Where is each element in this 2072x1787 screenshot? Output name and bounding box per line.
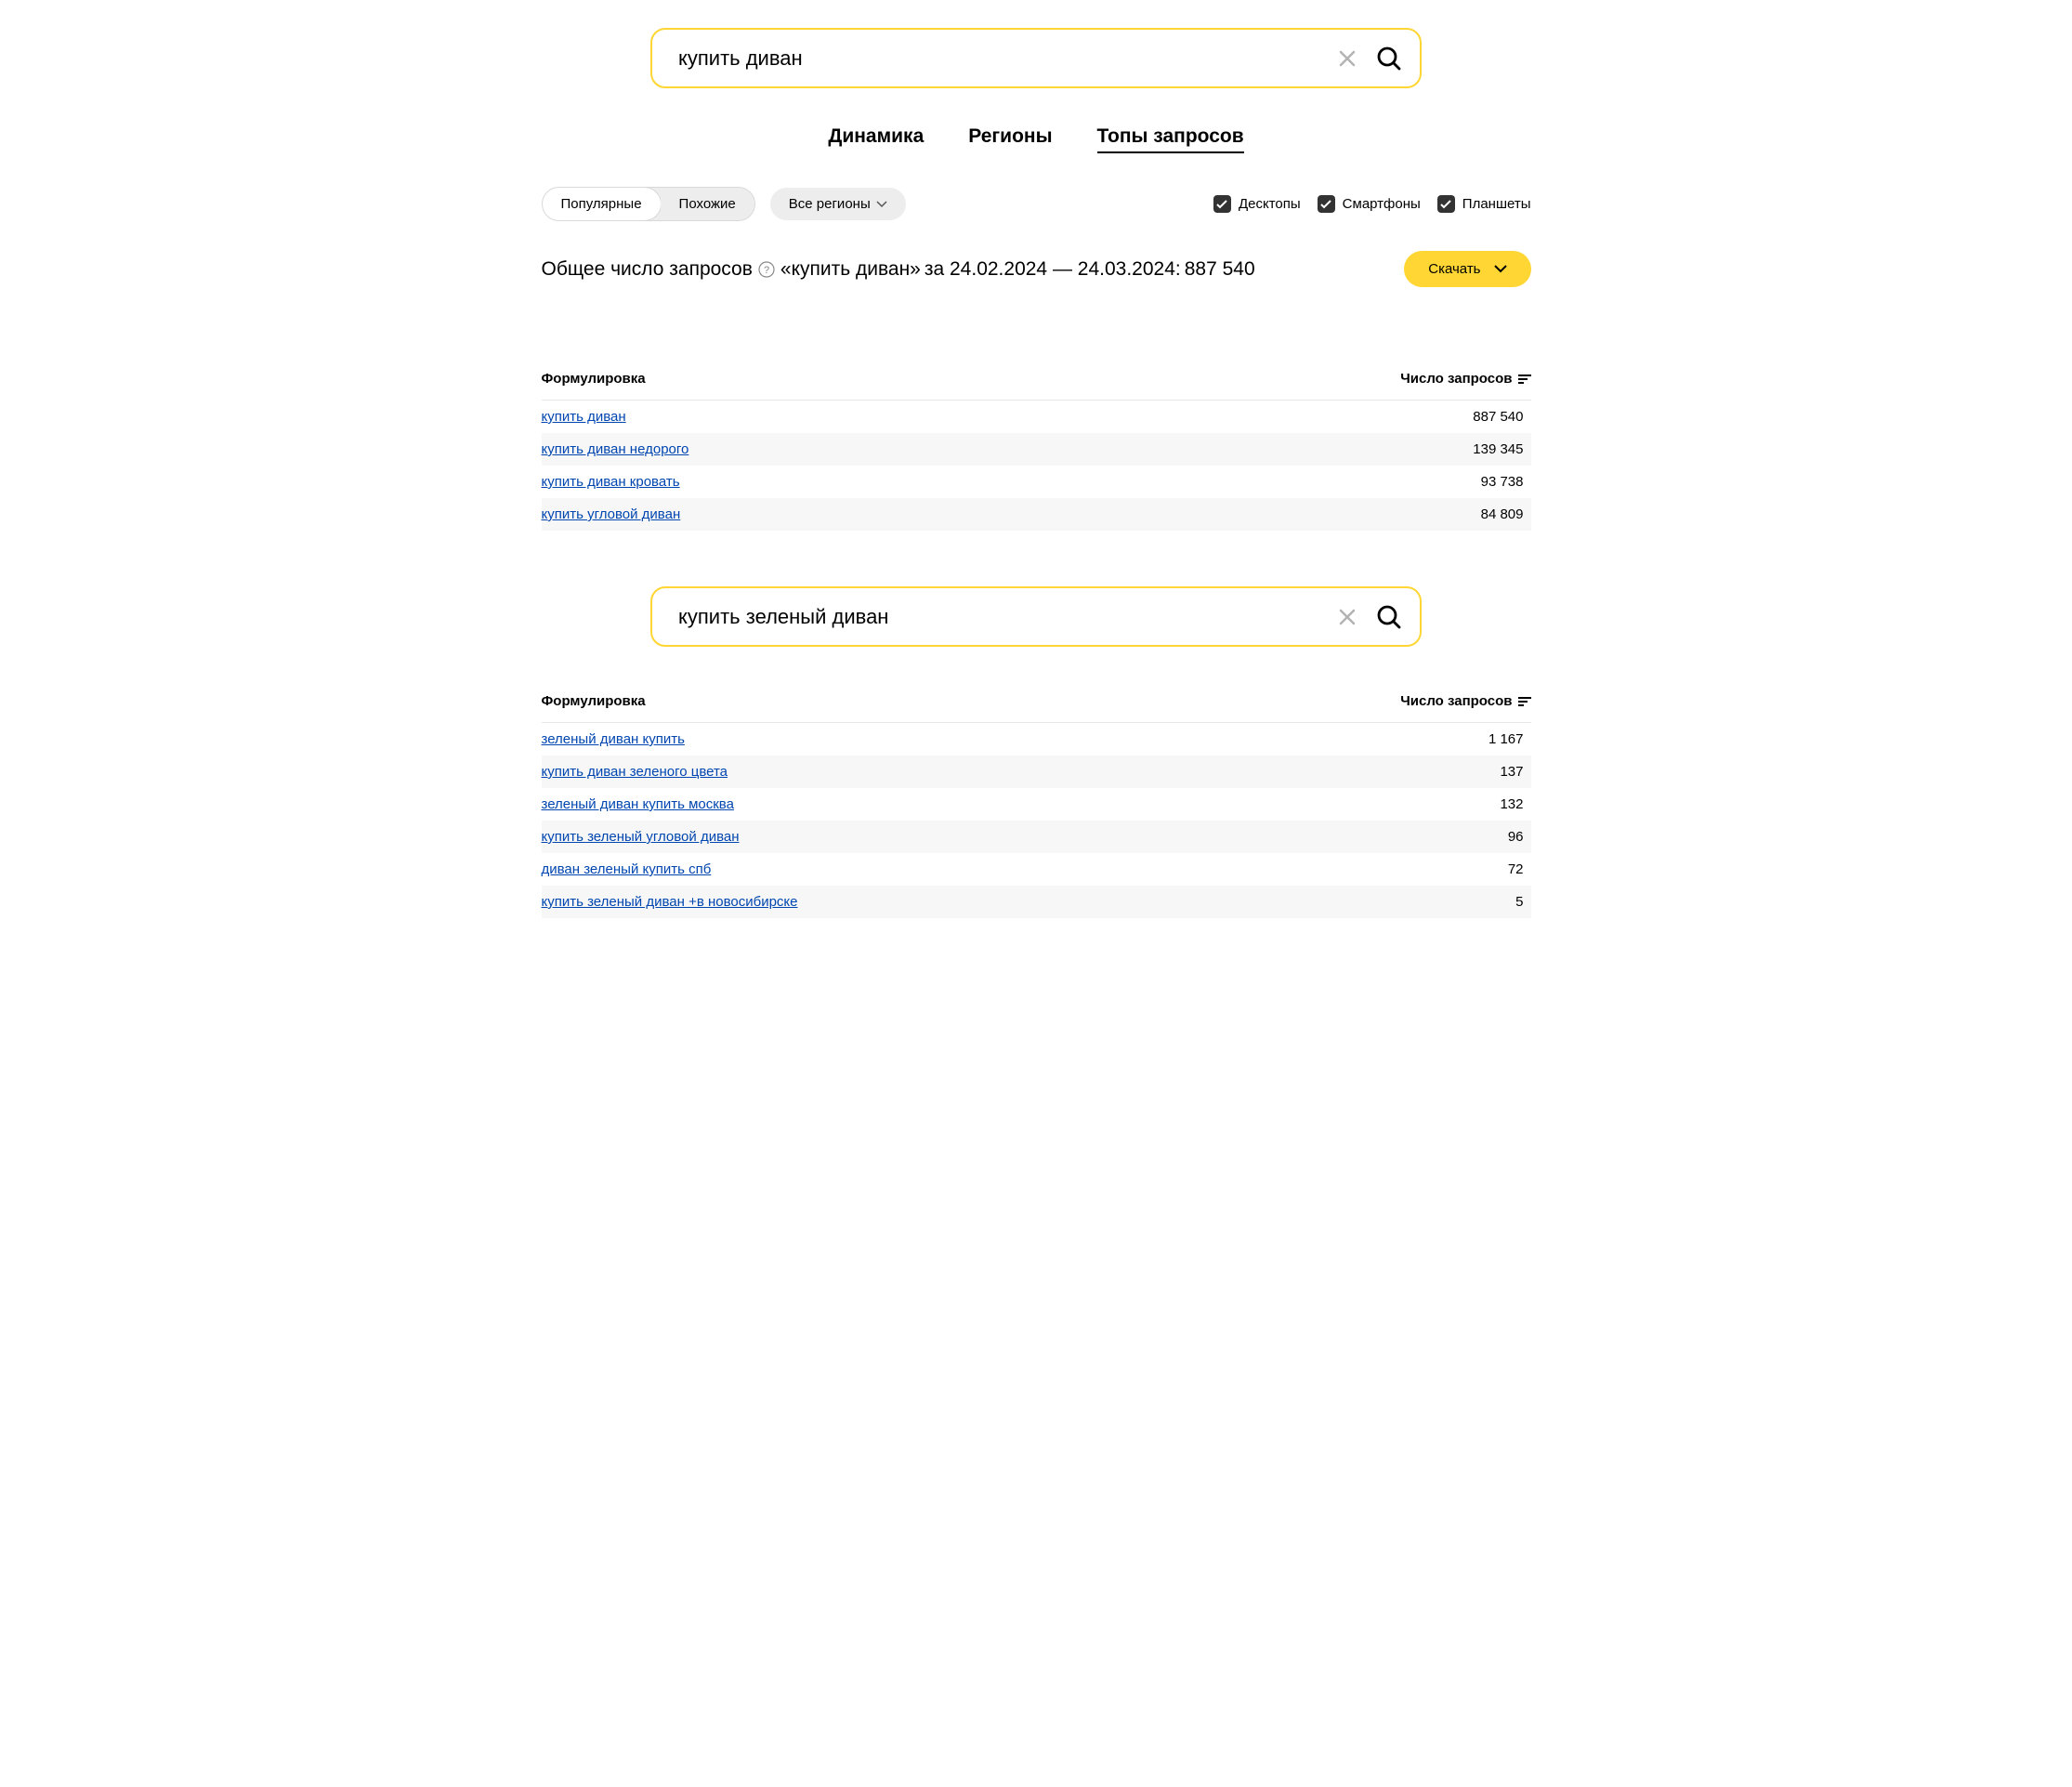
- checkbox-tablet-label: Планшеты: [1462, 196, 1531, 212]
- table-row: зеленый диван купить москва 132: [542, 788, 1531, 821]
- region-select[interactable]: Все регионы: [770, 188, 906, 220]
- row-count: 72: [1508, 861, 1524, 877]
- clear-icon-2[interactable]: [1336, 606, 1358, 628]
- table-header: Формулировка Число запросов: [542, 361, 1531, 401]
- segmented-toggle: Популярные Похожие: [542, 187, 755, 221]
- filters-row: Популярные Похожие Все регионы Десктопы: [542, 187, 1531, 221]
- tabs-row: Динамика Регионы Топы запросов: [542, 125, 1531, 153]
- table-2: Формулировка Число запросов зеленый дива…: [542, 684, 1531, 918]
- header-phrase: Формулировка: [542, 371, 646, 387]
- search-wrapper-1: [542, 28, 1531, 88]
- table-row: диван зеленый купить спб 72: [542, 853, 1531, 886]
- checkbox-smartphone-label: Смартфоны: [1343, 196, 1421, 212]
- table-row: зеленый диван купить 1 167: [542, 723, 1531, 756]
- row-count: 139 345: [1473, 441, 1523, 457]
- check-icon: [1216, 200, 1227, 209]
- table-row: купить зеленый диван +в новосибирске 5: [542, 886, 1531, 918]
- row-phrase-link[interactable]: купить диван зеленого цвета: [542, 764, 728, 780]
- close-icon: [1339, 50, 1356, 67]
- row-phrase-link[interactable]: купить зеленый диван +в новосибирске: [542, 894, 798, 910]
- region-label: Все регионы: [789, 196, 871, 212]
- check-icon: [1440, 200, 1451, 209]
- row-phrase-link[interactable]: зеленый диван купить: [542, 731, 685, 747]
- header-count[interactable]: Число запросов: [1400, 693, 1530, 709]
- row-count: 84 809: [1481, 506, 1524, 522]
- close-icon: [1339, 609, 1356, 625]
- filters-right: Десктопы Смартфоны Планшеты: [1213, 195, 1531, 213]
- row-count: 887 540: [1473, 409, 1523, 425]
- table-row: купить диван 887 540: [542, 401, 1531, 433]
- row-count: 96: [1508, 829, 1524, 845]
- row-phrase-link[interactable]: купить диван недорого: [542, 441, 689, 457]
- header-phrase: Формулировка: [542, 693, 646, 709]
- search-box-2[interactable]: [650, 586, 1422, 647]
- table-header: Формулировка Число запросов: [542, 684, 1531, 723]
- search-icon-2[interactable]: [1375, 603, 1403, 631]
- header-count-label: Число запросов: [1400, 371, 1512, 387]
- table-row: купить диван кровать 93 738: [542, 466, 1531, 498]
- search-input-1[interactable]: [678, 46, 1336, 71]
- checkbox-box: [1437, 195, 1455, 213]
- sort-icon: [1518, 696, 1531, 707]
- checkbox-box: [1318, 195, 1335, 213]
- table-row: купить зеленый угловой диван 96: [542, 821, 1531, 853]
- check-icon: [1320, 200, 1331, 209]
- checkbox-smartphone[interactable]: Смартфоны: [1318, 195, 1421, 213]
- tab-regions[interactable]: Регионы: [968, 125, 1052, 153]
- summary-row: Общее число запросов ? «купить диван» за…: [542, 251, 1531, 287]
- filters-left: Популярные Похожие Все регионы: [542, 187, 906, 221]
- chevron-down-icon: [1494, 265, 1507, 273]
- sort-icon: [1518, 374, 1531, 385]
- search-wrapper-2: [542, 586, 1531, 647]
- search-box-1[interactable]: [650, 28, 1422, 88]
- summary-prefix: Общее число запросов: [542, 258, 753, 281]
- svg-text:?: ?: [764, 265, 769, 276]
- checkbox-box: [1213, 195, 1231, 213]
- summary-text: Общее число запросов ? «купить диван» за…: [542, 258, 1255, 281]
- chevron-down-icon: [876, 201, 887, 208]
- header-count[interactable]: Число запросов: [1400, 371, 1530, 387]
- row-phrase-link[interactable]: купить зеленый угловой диван: [542, 829, 740, 845]
- checkbox-tablet[interactable]: Планшеты: [1437, 195, 1531, 213]
- row-phrase-link[interactable]: диван зеленый купить спб: [542, 861, 712, 877]
- table-row: купить диван недорого 139 345: [542, 433, 1531, 466]
- header-count-label: Число запросов: [1400, 693, 1512, 709]
- row-phrase-link[interactable]: купить диван кровать: [542, 474, 680, 490]
- row-count: 132: [1500, 796, 1523, 812]
- summary-quote: «купить диван»: [780, 258, 921, 281]
- tab-dynamics[interactable]: Динамика: [828, 125, 924, 153]
- clear-icon-1[interactable]: [1336, 47, 1358, 70]
- table-row: купить диван зеленого цвета 137: [542, 756, 1531, 788]
- row-count: 1 167: [1488, 731, 1524, 747]
- table-1: Формулировка Число запросов купить диван…: [542, 361, 1531, 531]
- segment-popular[interactable]: Популярные: [542, 187, 662, 221]
- download-label: Скачать: [1428, 261, 1480, 277]
- segment-similar[interactable]: Похожие: [661, 188, 754, 220]
- row-count: 93 738: [1481, 474, 1524, 490]
- row-phrase-link[interactable]: купить угловой диван: [542, 506, 681, 522]
- table-row: купить угловой диван 84 809: [542, 498, 1531, 531]
- help-icon[interactable]: ?: [758, 261, 775, 278]
- summary-period: за 24.02.2024 — 24.03.2024:: [925, 258, 1181, 281]
- checkbox-desktop-label: Десктопы: [1239, 196, 1301, 212]
- summary-total: 887 540: [1185, 258, 1255, 281]
- row-count: 137: [1500, 764, 1523, 780]
- row-phrase-link[interactable]: зеленый диван купить москва: [542, 796, 734, 812]
- row-count: 5: [1515, 894, 1523, 910]
- search-icon-1[interactable]: [1375, 45, 1403, 72]
- row-phrase-link[interactable]: купить диван: [542, 409, 626, 425]
- search-input-2[interactable]: [678, 605, 1336, 629]
- checkbox-desktop[interactable]: Десктопы: [1213, 195, 1301, 213]
- magnifier-icon: [1376, 46, 1402, 72]
- tab-tops[interactable]: Топы запросов: [1097, 125, 1244, 153]
- question-circle-icon: ?: [758, 261, 775, 278]
- download-button[interactable]: Скачать: [1404, 251, 1530, 287]
- magnifier-icon: [1376, 604, 1402, 630]
